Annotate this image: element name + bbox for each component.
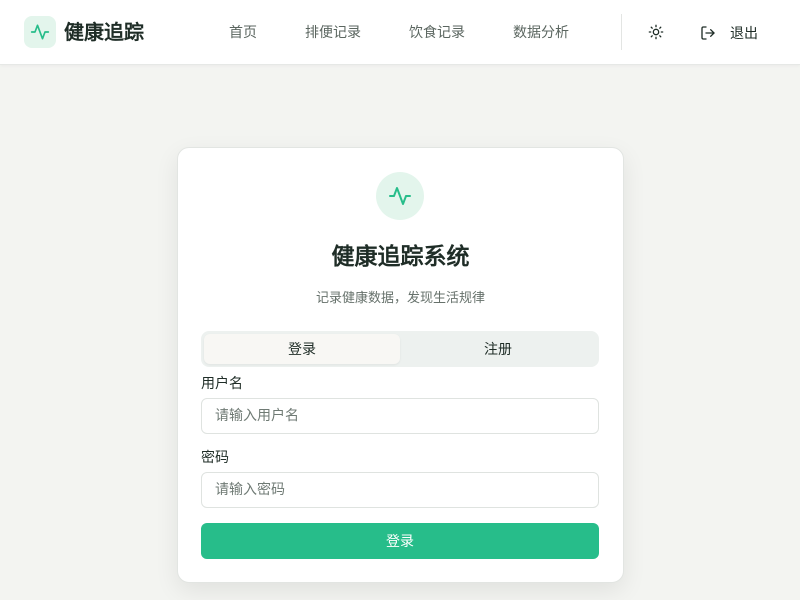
login-card: 健康追踪系统 记录健康数据，发现生活规律 登录 注册 用户名 密码 登录 [177, 147, 624, 583]
card-logo [376, 172, 424, 220]
auth-tabs: 登录 注册 [201, 331, 599, 367]
nav-diet-records[interactable]: 饮食记录 [409, 24, 465, 42]
logout-button[interactable]: 退出 [700, 18, 780, 48]
tab-register[interactable]: 注册 [400, 334, 596, 364]
theme-toggle-button[interactable] [640, 16, 672, 48]
logo[interactable] [24, 16, 56, 48]
activity-icon [389, 187, 411, 205]
tab-login[interactable]: 登录 [204, 334, 400, 364]
card-title: 健康追踪系统 [331, 244, 470, 270]
password-label: 密码 [201, 450, 229, 466]
nav-bowel-records[interactable]: 排便记录 [305, 24, 361, 42]
activity-icon [30, 24, 50, 40]
logout-icon [701, 26, 715, 40]
username-input[interactable] [201, 398, 599, 434]
card-subtitle: 记录健康数据，发现生活规律 [315, 291, 485, 306]
brand-name[interactable]: 健康追踪 [64, 19, 144, 45]
nav-home[interactable]: 首页 [229, 24, 257, 42]
username-label: 用户名 [201, 376, 243, 392]
login-submit-button[interactable]: 登录 [201, 523, 599, 559]
top-nav-bar: 健康追踪 首页 排便记录 饮食记录 数据分析 退出 [0, 0, 800, 65]
sun-icon [648, 24, 664, 40]
logout-label: 退出 [730, 26, 758, 42]
nav-data-analysis[interactable]: 数据分析 [513, 24, 569, 42]
header-divider [621, 14, 622, 50]
password-input[interactable] [201, 472, 599, 508]
